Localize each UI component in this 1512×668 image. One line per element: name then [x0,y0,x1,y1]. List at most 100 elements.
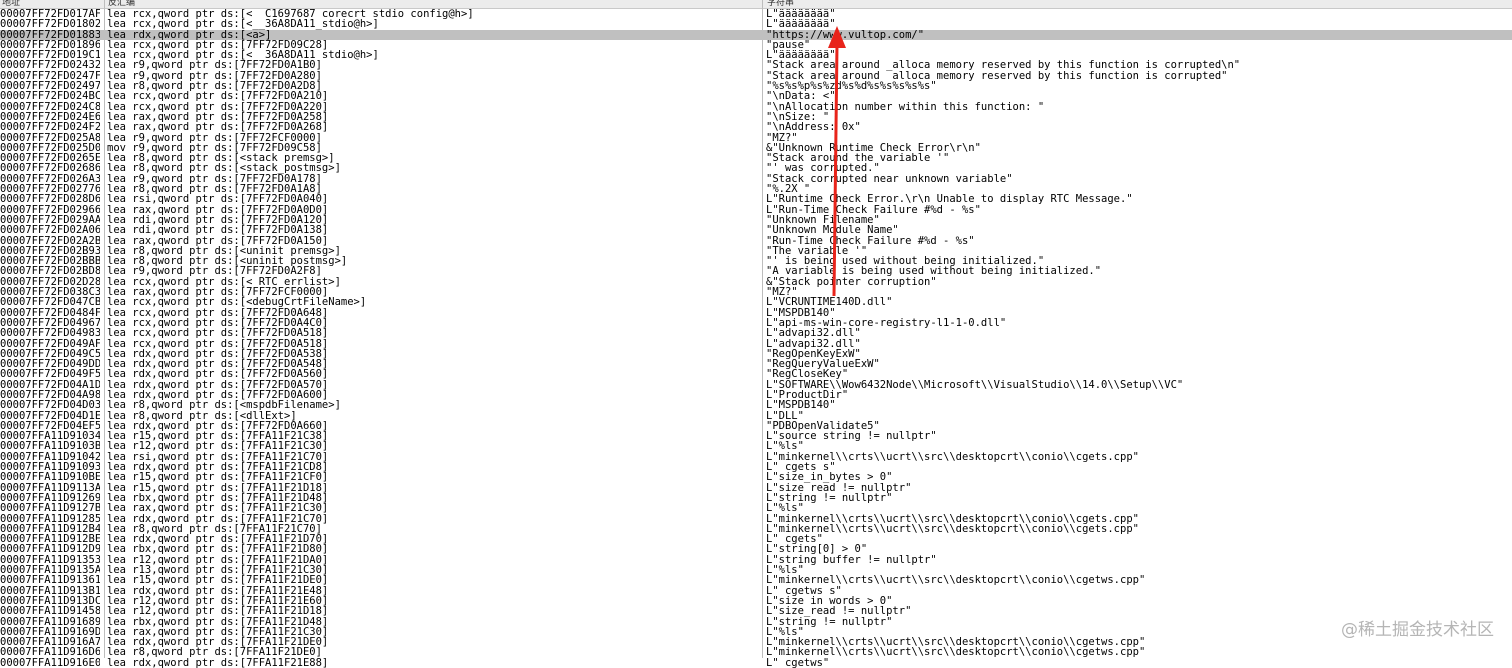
table-row[interactable]: 00007FF72FD04D03 lea r8,qword ptr ds:[<ms… [0,400,1512,410]
table-row[interactable]: 00007FF72FD024BC lea rcx,qword ptr ds:[7F… [0,91,1512,101]
table-row[interactable]: 00007FFA11D912D9 lea rbx,qword ptr ds:[7F… [0,544,1512,554]
string-cell: &"Stack pointer corruption" [766,276,937,288]
address-cell: 00007FFA11D910BE [0,472,100,483]
references-list[interactable]: 00007FF72FD017AF lea rcx,qword ptr ds:[<_… [0,9,1512,668]
address-cell: 00007FF72FD029AA [0,214,100,226]
string-cell: L"minkernel\\crts\\ucrt\\src\\desktopcrt… [766,451,1139,463]
address-cell: 00007FFA11D913B1 [0,585,100,596]
table-row[interactable]: 00007FF72FD049AF lea rcx,qword ptr ds:[7F… [0,339,1512,349]
table-row[interactable]: 00007FF72FD028D6 lea rsi,qword ptr ds:[7F… [0,194,1512,204]
table-row[interactable]: 00007FF72FD0265E lea r8,qword ptr ds:[<st… [0,153,1512,163]
table-row[interactable]: 00007FFA11D912B4 lea r8,qword ptr ds:[7FF… [0,524,1512,534]
address-cell: 00007FF72FD02686 [0,163,100,174]
table-row[interactable]: 00007FF72FD04D1E lea r8,qword ptr ds:[<dl… [0,411,1512,421]
string-cell: "Stack around the variable '" [766,153,950,164]
disassembly-cell: lea rbx,qword ptr ds:[7FFA11F21D80] [107,544,329,555]
table-row[interactable]: 00007FFA11D912BE lea rdx,qword ptr ds:[7F… [0,534,1512,544]
string-cell: L"%ls" [766,503,804,514]
table-row[interactable]: 00007FF72FD0484F lea rcx,qword ptr ds:[7F… [0,308,1512,318]
table-row[interactable]: 00007FFA11D91093 lea rdx,qword ptr ds:[7F… [0,462,1512,472]
table-row[interactable]: 00007FF72FD038C3 lea rax,qword ptr ds:[7F… [0,287,1512,297]
table-row[interactable]: 00007FFA11D91042 lea rsi,qword ptr ds:[7F… [0,452,1512,462]
table-row[interactable]: 00007FFA11D913DC lea r12,qword ptr ds:[7F… [0,596,1512,606]
address-cell: 00007FFA11D91042 [0,451,100,463]
string-cell: "' was corrupted." [766,163,880,174]
address-cell: 00007FFA11D91353 [0,554,100,566]
table-row[interactable]: 00007FFA11D91269 lea rbx,qword ptr ds:[7F… [0,493,1512,503]
table-row[interactable]: 00007FFA11D916A7 lea rdx,qword ptr ds:[7F… [0,637,1512,647]
table-row[interactable]: 00007FF72FD01802 lea rcx,qword ptr ds:[<_… [0,19,1512,29]
table-row[interactable]: 00007FFA11D91285 lea rdx,qword ptr ds:[7F… [0,514,1512,524]
table-row[interactable]: 00007FFA11D916D6 lea r8,qword ptr ds:[7FF… [0,647,1512,657]
table-row[interactable]: 00007FFA11D91353 lea r12,qword ptr ds:[7F… [0,555,1512,565]
disassembly-cell: lea rsi,qword ptr ds:[7FFA11F21C70] [107,451,329,463]
table-row[interactable]: 00007FFA11D9127B lea rax,qword ptr ds:[7F… [0,503,1512,513]
table-row[interactable]: 00007FF72FD02497 lea r8,qword ptr ds:[7FF… [0,81,1512,91]
disassembly-cell: lea rdx,qword ptr ds:[7FF72FD0A548] [107,359,329,370]
disassembly-cell: lea rdx,qword ptr ds:[7FFA11F21E88] [107,657,329,668]
table-row[interactable]: 00007FF72FD029AA lea rdi,qword ptr ds:[7F… [0,215,1512,225]
string-cell: L"SOFTWARE\\Wow6432Node\\Microsoft\\Visu… [766,379,1184,390]
string-cell: L"size_read != nullptr" [766,482,912,493]
address-cell: 00007FF72FD038C3 [0,287,100,298]
table-row[interactable]: 00007FFA11D91361 lea r15,qword ptr ds:[7F… [0,575,1512,585]
disassembly-cell: lea r8,qword ptr ds:[7FF72FD0A2D8] [107,81,322,92]
string-cell: L"minkernel\\crts\\ucrt\\src\\desktopcrt… [766,647,1146,658]
table-row[interactable]: 00007FFA11D913B1 lea rdx,qword ptr ds:[7F… [0,586,1512,596]
table-row[interactable]: 00007FFA11D9135A lea r13,qword ptr ds:[7F… [0,565,1512,575]
table-row[interactable]: 00007FF72FD04EF5 lea rdx,qword ptr ds:[7F… [0,421,1512,431]
table-row[interactable]: 00007FF72FD04967 lea rcx,qword ptr ds:[7F… [0,318,1512,328]
address-cell: 00007FF72FD02966 [0,204,100,215]
table-row[interactable]: 00007FF72FD049C5 lea rdx,qword ptr ds:[7F… [0,349,1512,359]
table-row[interactable]: 00007FF72FD049F5 lea rdx,qword ptr ds:[7F… [0,369,1512,379]
table-row[interactable]: 00007FF72FD02432 lea r9,qword ptr ds:[7FF… [0,60,1512,70]
address-cell: 00007FF72FD049AF [0,338,100,349]
table-row[interactable]: 00007FFA11D91689 lea rbx,qword ptr ds:[7F… [0,617,1512,627]
string-cell: L"MSPDB140" [766,307,836,318]
address-cell: 00007FFA11D91689 [0,616,100,627]
table-row[interactable]: 00007FFA11D9169D lea rax,qword ptr ds:[7F… [0,627,1512,637]
table-row[interactable]: 00007FFA11D916E0 lea rdx,qword ptr ds:[7F… [0,658,1512,668]
table-row[interactable]: 00007FF72FD049DD lea rdx,qword ptr ds:[7F… [0,359,1512,369]
table-row[interactable]: 00007FF72FD047CB lea rcx,qword ptr ds:[<d… [0,297,1512,307]
string-cell: L"size_in_words > 0" [766,595,893,607]
table-row[interactable]: 00007FF72FD02686 lea r8,qword ptr ds:[<st… [0,163,1512,173]
table-row[interactable]: 00007FF72FD025A8 lea r9,qword ptr ds:[7FF… [0,133,1512,143]
table-row[interactable]: 00007FFA11D9103B lea r12,qword ptr ds:[7F… [0,441,1512,451]
table-row[interactable]: 00007FF72FD02BD8 lea r9,qword ptr ds:[7FF… [0,266,1512,276]
table-row-selected[interactable]: 00007FF72FD01883 lea rdx,qword ptr ds:[<a… [0,29,1512,40]
table-row[interactable]: 00007FF72FD024F2 lea rax,qword ptr ds:[7F… [0,122,1512,132]
table-row[interactable]: 00007FF72FD025D0 mov r9,qword ptr ds:[7FF… [0,143,1512,153]
table-row[interactable]: 00007FFA11D91458 lea r12,qword ptr ds:[7F… [0,606,1512,616]
table-row[interactable]: 00007FF72FD024C8 lea rcx,qword ptr ds:[7F… [0,102,1512,112]
table-row[interactable]: 00007FF72FD026A3 lea r9,qword ptr ds:[7FF… [0,174,1512,184]
table-row[interactable]: 00007FF72FD04A1D lea rdx,qword ptr ds:[7F… [0,380,1512,390]
table-row[interactable]: 00007FFA11D91034 lea r15,qword ptr ds:[7F… [0,431,1512,441]
table-row[interactable]: 00007FF72FD017AF lea rcx,qword ptr ds:[<_… [0,9,1512,19]
address-cell: 00007FF72FD025A8 [0,132,100,143]
table-row[interactable]: 00007FF72FD02A2B lea rax,qword ptr ds:[7F… [0,236,1512,246]
table-row[interactable]: 00007FF72FD01896 lea rcx,qword ptr ds:[7F… [0,40,1512,50]
table-row[interactable]: 00007FF72FD02776 lea r8,qword ptr ds:[7FF… [0,184,1512,194]
disassembly-cell: lea rdx,qword ptr ds:[7FF72FD0A570] [107,379,329,390]
header-string[interactable]: 字符串 [767,0,794,8]
string-cell: L"DLL" [766,410,804,421]
header-address[interactable]: 地址 [2,0,20,8]
string-cell: "RegOpenKeyExW" [766,348,861,360]
table-row[interactable]: 00007FF72FD02966 lea rax,qword ptr ds:[7F… [0,205,1512,215]
table-row[interactable]: 00007FF72FD02BBB lea r8,qword ptr ds:[<un… [0,256,1512,266]
header-disassembly[interactable]: 反汇编 [108,0,135,8]
table-row[interactable]: 00007FF72FD02B93 lea r8,qword ptr ds:[<un… [0,246,1512,256]
string-cell: "Unknown Module Name" [766,225,899,236]
disassembly-cell: lea rdx,qword ptr ds:[7FFA11F21D70] [107,534,329,545]
table-row[interactable]: 00007FF72FD04983 lea rcx,qword ptr ds:[7F… [0,328,1512,338]
table-row[interactable]: 00007FFA11D9113A lea r15,qword ptr ds:[7F… [0,483,1512,493]
table-row[interactable]: 00007FFA11D910BE lea r15,qword ptr ds:[7F… [0,472,1512,482]
table-row[interactable]: 00007FF72FD019C1 lea rcx,qword ptr ds:[<_… [0,50,1512,60]
table-row[interactable]: 00007FF72FD0247F lea r9,qword ptr ds:[7FF… [0,71,1512,81]
address-cell: 00007FF72FD049DD [0,359,100,370]
table-row[interactable]: 00007FF72FD024E6 lea rax,qword ptr ds:[7F… [0,112,1512,122]
table-row[interactable]: 00007FF72FD02D28 lea rcx,qword ptr ds:[<_… [0,277,1512,287]
table-row[interactable]: 00007FF72FD04A98 lea rdx,qword ptr ds:[7F… [0,390,1512,400]
table-row[interactable]: 00007FF72FD02A06 lea rdi,qword ptr ds:[7F… [0,225,1512,235]
